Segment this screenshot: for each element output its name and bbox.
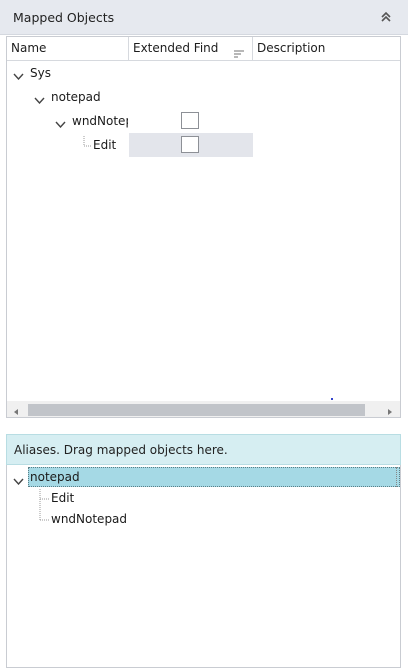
alias-scroll-edge — [396, 467, 399, 487]
chevron-down-icon[interactable] — [13, 69, 24, 81]
alias-node-edit[interactable]: Edit — [51, 487, 74, 509]
scrollbar-thumb[interactable] — [28, 404, 365, 416]
tree-node-wndnotepad[interactable]: wndNotep — [72, 110, 128, 132]
horizontal-scrollbar[interactable] — [7, 401, 400, 417]
alias-selection-highlight — [28, 467, 400, 487]
chevron-down-icon[interactable] — [55, 117, 66, 129]
tree-node-edit[interactable]: Edit — [93, 134, 116, 156]
chevron-down-icon[interactable] — [34, 93, 45, 105]
aliases-title: Aliases. Drag mapped objects here. — [14, 443, 228, 457]
aliases-tree[interactable]: notepad Edit wndNotepad — [6, 465, 401, 668]
extended-find-checkbox-edit[interactable] — [181, 136, 199, 153]
aliases-header: Aliases. Drag mapped objects here. — [6, 434, 401, 465]
alias-node-wndnotepad[interactable]: wndNotepad — [51, 508, 127, 530]
mapped-objects-tree[interactable]: Name Extended Find Description Sys notep… — [6, 36, 401, 418]
tree-node-notepad[interactable]: notepad — [51, 86, 101, 108]
panel-title: Mapped Objects — [13, 10, 115, 25]
column-description[interactable]: Description — [253, 37, 400, 61]
scroll-left-icon[interactable] — [12, 405, 20, 415]
double-chevron-up-icon[interactable] — [378, 8, 394, 26]
sort-icon[interactable] — [233, 44, 245, 58]
marker-dot — [331, 398, 333, 400]
mapped-objects-header: Mapped Objects — [0, 0, 408, 35]
extended-find-checkbox-wndnotepad[interactable] — [181, 112, 199, 129]
tree-node-sys[interactable]: Sys — [30, 62, 51, 84]
column-extended-find[interactable]: Extended Find — [129, 37, 253, 61]
scroll-right-icon[interactable] — [386, 405, 394, 415]
